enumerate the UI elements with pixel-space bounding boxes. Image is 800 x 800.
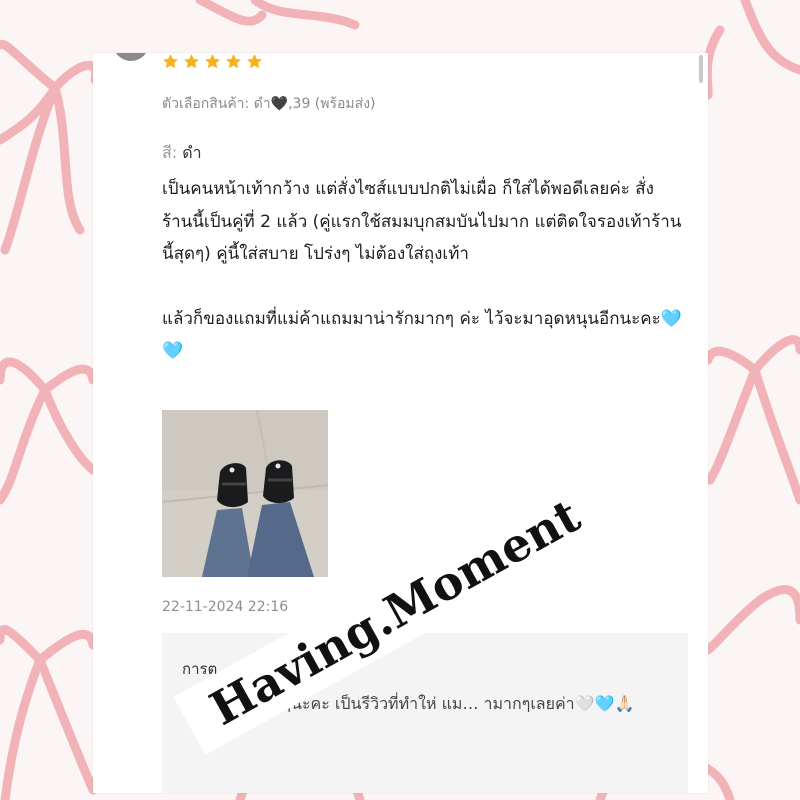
- star-icon: [205, 54, 220, 69]
- review-photo[interactable]: [162, 410, 328, 577]
- color-label: สี:: [162, 143, 178, 162]
- star-icon: [184, 54, 199, 69]
- star-icon: [226, 54, 241, 69]
- scrollbar[interactable]: [699, 55, 703, 83]
- star-rating: [162, 53, 263, 70]
- review-paragraph: แล้วก็ของแถมที่แม่ค้าแถมมาน่ารักมากๆ ค่ะ…: [162, 308, 682, 362]
- star-icon: [247, 54, 262, 69]
- product-color: สี: ดำ: [162, 141, 202, 166]
- product-variant: ตัวเลือกสินค้า: ดำ🖤,39 (พร้อมส่ง): [162, 96, 376, 112]
- avatar: [113, 53, 149, 61]
- color-value: ดำ: [182, 143, 202, 162]
- star-icon: [163, 54, 178, 69]
- review-card: ตัวเลือกสินค้า: ดำ🖤,39 (พร้อมส่ง) สี: ดำ…: [93, 53, 708, 793]
- review-paragraph: เป็นคนหน้าเท้ากว้าง แต่สั่งไซส์แบบปกติไม…: [162, 179, 682, 264]
- review-timestamp: 22-11-2024 22:16: [162, 599, 289, 615]
- review-text: เป็นคนหน้าเท้ากว้าง แต่สั่งไซส์แบบปกติไม…: [162, 173, 682, 368]
- shoes-photo: [162, 410, 328, 577]
